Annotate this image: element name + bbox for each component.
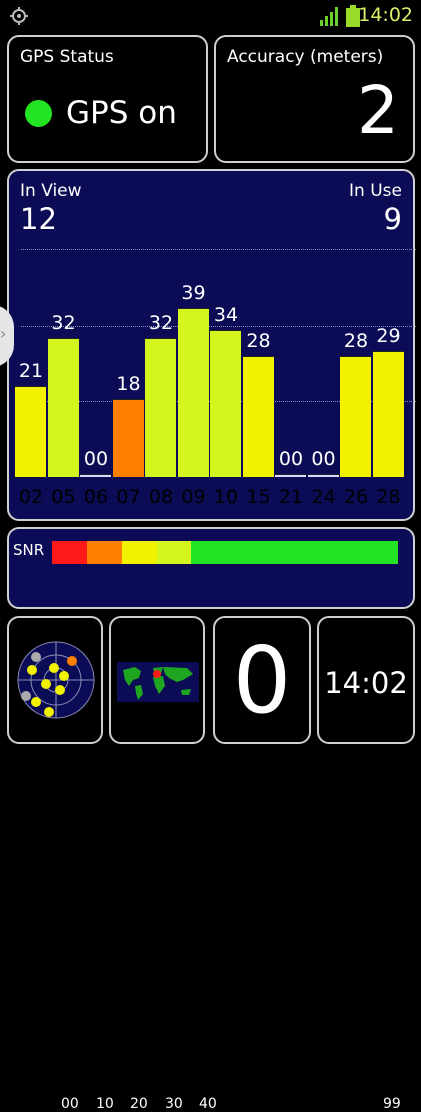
snr-scale-segment bbox=[87, 541, 122, 564]
snr-legend-panel: SNR 00 10 20 30 40 99 bbox=[7, 527, 415, 1112]
accuracy-value: 2 bbox=[357, 72, 399, 149]
gps-status-title: GPS Status bbox=[20, 47, 114, 67]
snr-bar-07 bbox=[112, 399, 144, 477]
satellite-prn-label: 28 bbox=[376, 486, 401, 508]
snr-bar-chart: 21 02 32 05 00 06 18 07 32 08 39 09 34 10 28 15 00 21 00 24… bbox=[9, 171, 413, 519]
satellite-panel: In View 12 In Use 9 21 02 32 05 00 06 18 07 32 08… bbox=[7, 169, 416, 521]
snr-bar-21 bbox=[275, 474, 306, 477]
snr-bar-24 bbox=[307, 474, 339, 477]
snr-bar-value: 00 bbox=[311, 448, 336, 470]
gps-status-value: GPS on bbox=[66, 95, 177, 131]
accuracy-panel: Accuracy (meters) 2 bbox=[214, 35, 415, 163]
snr-bar-value: 39 bbox=[181, 282, 206, 304]
accuracy-title: Accuracy (meters) bbox=[227, 47, 384, 67]
snr-bar-value: 32 bbox=[148, 312, 174, 334]
gps-status-indicator bbox=[25, 100, 52, 127]
clock: 14:02 bbox=[358, 4, 413, 26]
snr-bar-value: 34 bbox=[213, 304, 239, 326]
snr-bar-15 bbox=[242, 356, 274, 477]
snr-bar-value: 32 bbox=[51, 312, 76, 334]
snr-bar-09 bbox=[177, 308, 209, 477]
map-panel[interactable] bbox=[109, 616, 205, 744]
snr-tick: 99 bbox=[383, 1096, 401, 1112]
fix-count-panel: 0 bbox=[213, 616, 311, 744]
snr-scale-segment bbox=[157, 541, 191, 564]
snr-bar-value: 21 bbox=[18, 360, 44, 382]
signal-icon bbox=[320, 7, 338, 26]
fix-count-value: 0 bbox=[232, 627, 292, 734]
clock-value: 14:02 bbox=[324, 666, 408, 700]
snr-bar-08 bbox=[145, 338, 176, 477]
snr-tick: 40 bbox=[199, 1096, 217, 1112]
world-map-icon bbox=[117, 662, 199, 702]
snr-tick: 10 bbox=[96, 1096, 114, 1112]
snr-bar-value: 28 bbox=[246, 330, 271, 352]
gps-status-panel: GPS Status GPS on bbox=[7, 35, 208, 163]
snr-bar-28 bbox=[372, 351, 404, 477]
snr-bar-26 bbox=[340, 356, 371, 477]
snr-scale-segment bbox=[191, 541, 398, 564]
snr-tick: 20 bbox=[130, 1096, 148, 1112]
snr-tick: 00 bbox=[61, 1096, 79, 1112]
snr-legend-title: SNR bbox=[13, 541, 45, 559]
status-bar: 14:02 bbox=[0, 0, 421, 32]
clock-panel: 14:02 bbox=[317, 616, 415, 744]
snr-scale-segment bbox=[122, 541, 157, 564]
snr-bar-10 bbox=[210, 330, 241, 477]
snr-bar-value: 00 bbox=[83, 448, 109, 470]
chevron-right-icon: › bbox=[0, 324, 7, 343]
gps-icon bbox=[10, 7, 28, 25]
snr-bar-05 bbox=[47, 338, 79, 477]
snr-bar-06 bbox=[80, 474, 111, 477]
snr-tick: 30 bbox=[165, 1096, 183, 1112]
snr-bar-value: 18 bbox=[116, 373, 141, 395]
sky-view-panel[interactable] bbox=[7, 616, 103, 744]
sky-radar-icon bbox=[17, 641, 95, 719]
snr-bar-02 bbox=[15, 386, 46, 477]
snr-color-scale bbox=[52, 541, 398, 564]
snr-bar-value: 29 bbox=[376, 325, 401, 347]
snr-scale-segment bbox=[52, 541, 87, 564]
